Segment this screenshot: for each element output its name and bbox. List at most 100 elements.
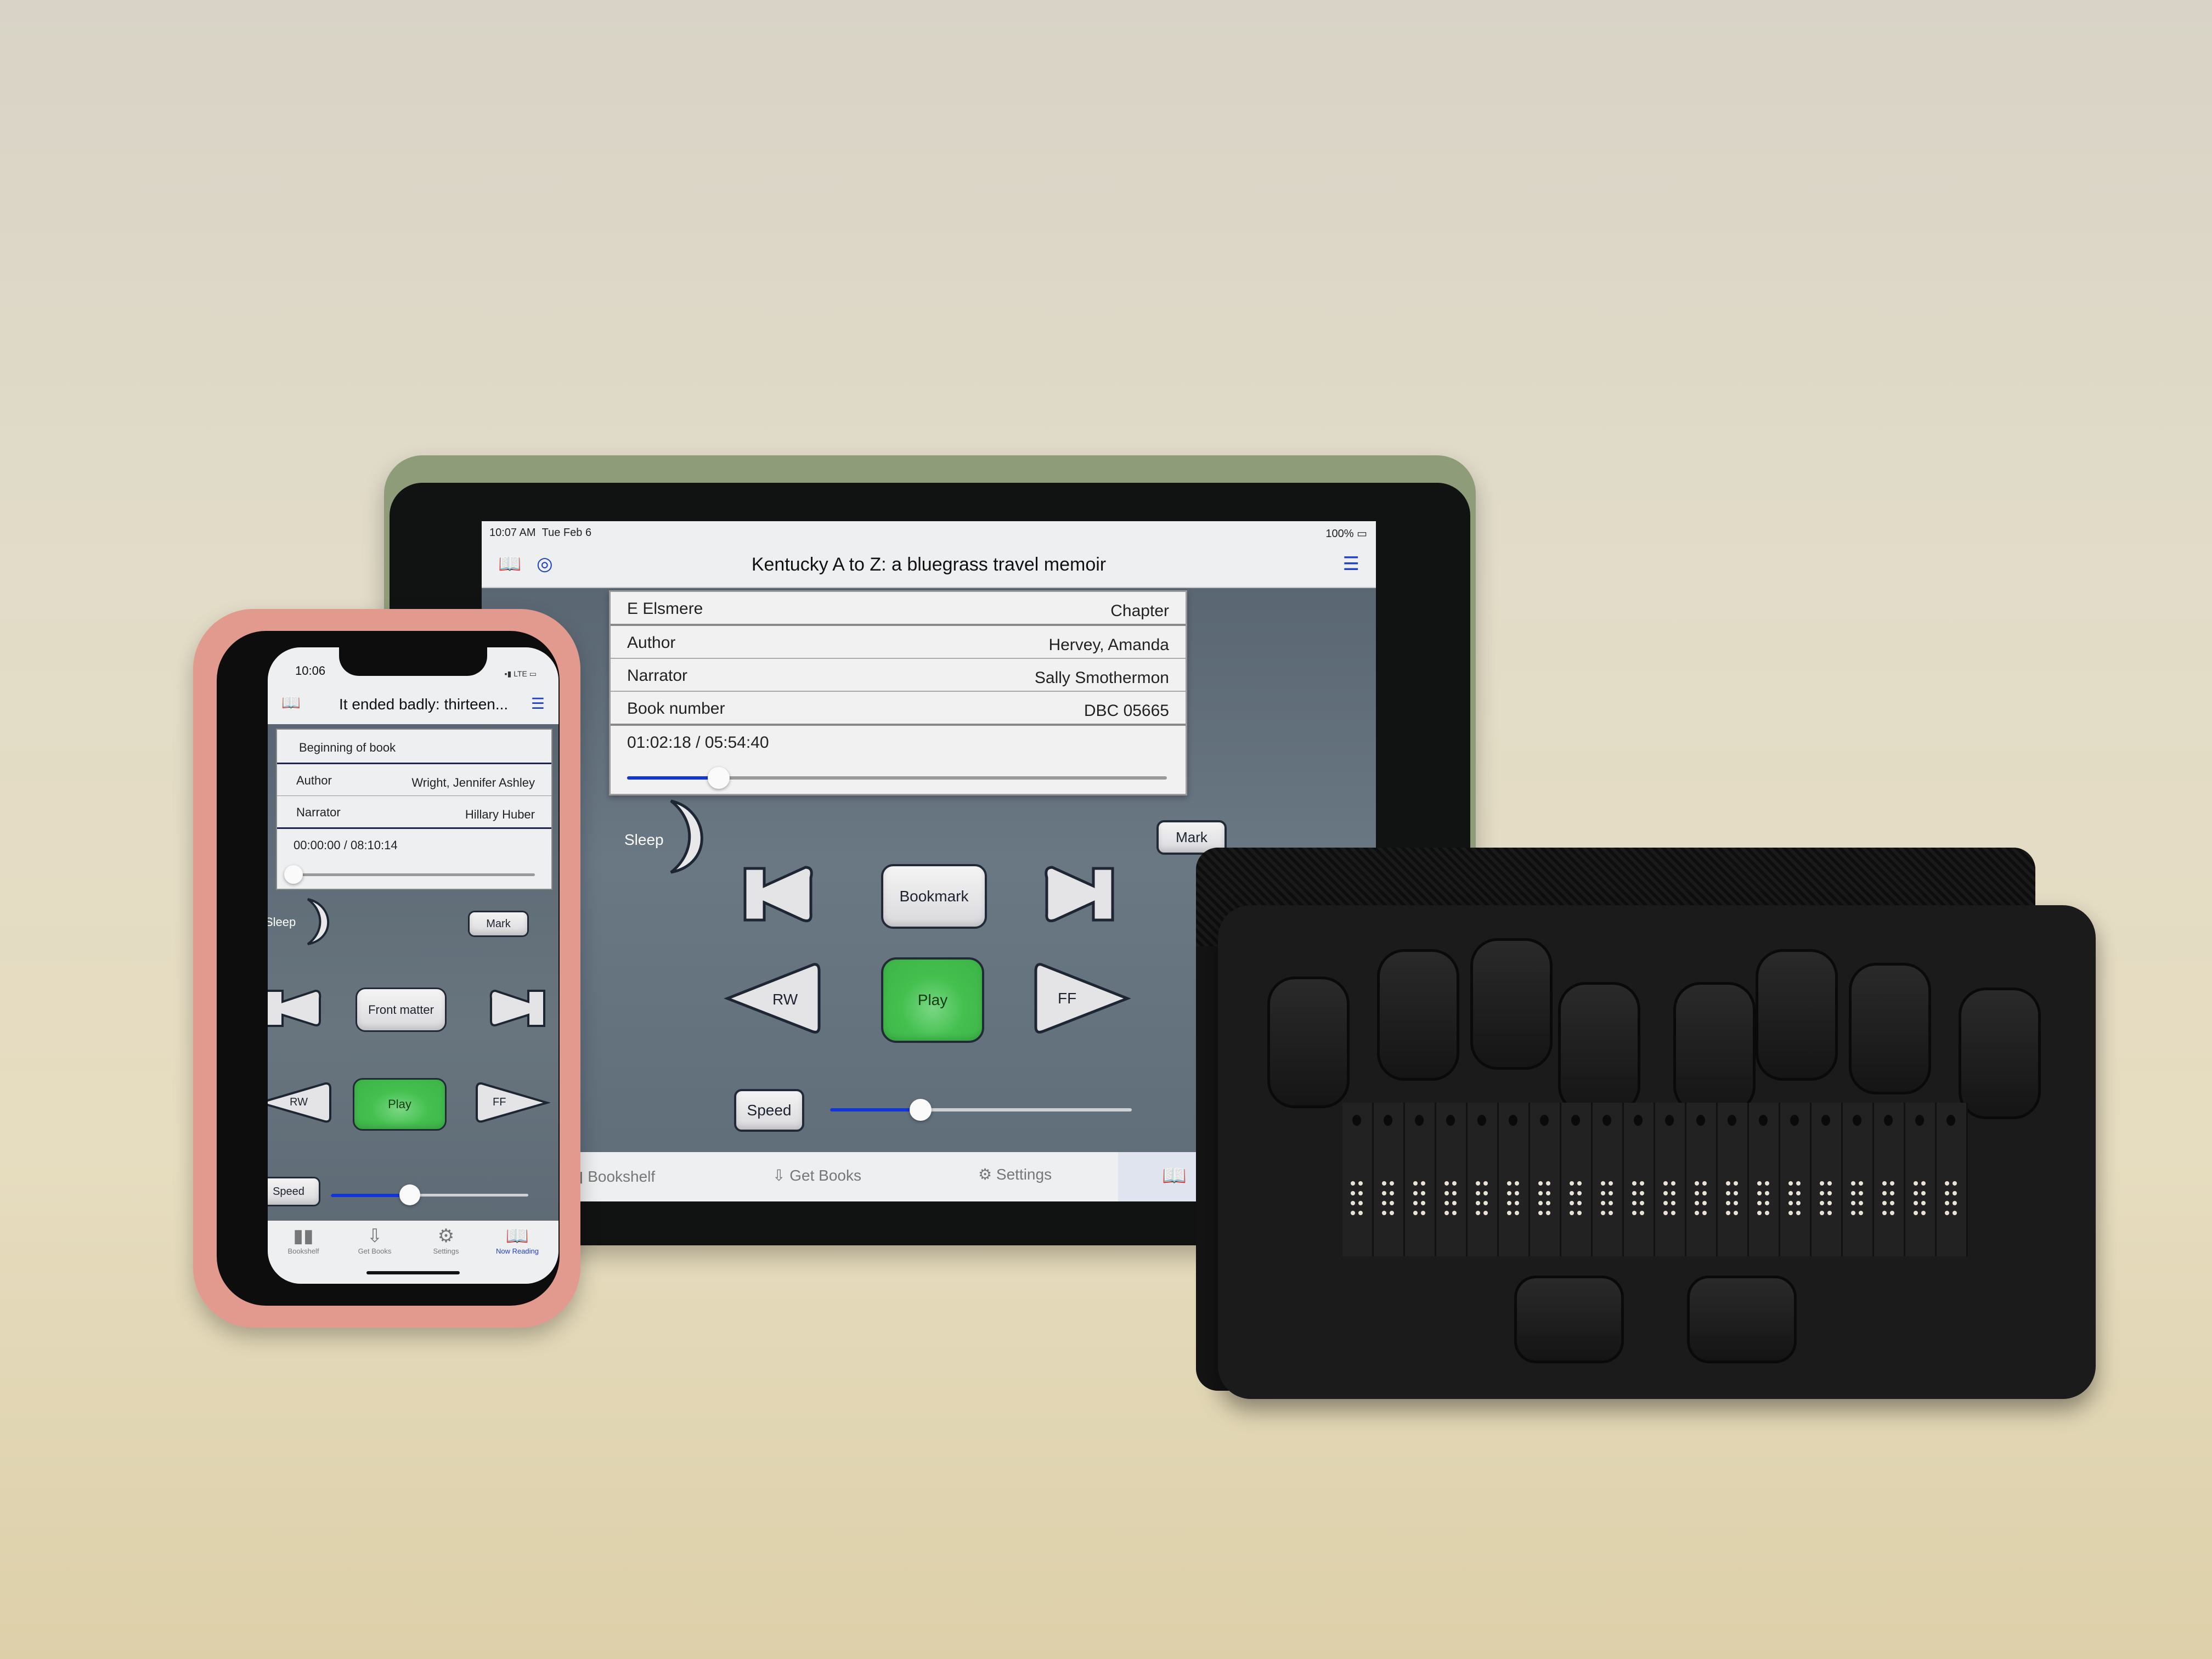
previous-chapter-button[interactable]: [740, 864, 816, 924]
tab-settings[interactable]: ⚙ Settings: [978, 1165, 1052, 1183]
cursor-routing-key[interactable]: [1696, 1115, 1705, 1126]
braille-dots: [1630, 1180, 1647, 1219]
iphone-tab-bar: ▮▮ Bookshelf ⇩ Get Books ⚙ Settings 📖 Now Re…: [268, 1221, 558, 1284]
previous-chapter-button[interactable]: [268, 988, 324, 1029]
position-row[interactable]: Beginning of book: [277, 730, 551, 764]
list-icon[interactable]: ☰: [1343, 553, 1359, 575]
braille-dots: [1412, 1180, 1428, 1219]
list-icon[interactable]: ☰: [531, 695, 545, 713]
front-matter-button[interactable]: Front matter: [356, 988, 447, 1032]
speed-button[interactable]: Speed: [734, 1089, 804, 1132]
cursor-routing-key[interactable]: [1915, 1115, 1924, 1126]
rewind-button[interactable]: RW: [723, 960, 822, 1037]
speed-thumb[interactable]: [399, 1184, 420, 1205]
home-indicator: [366, 1271, 460, 1274]
cursor-routing-key[interactable]: [1415, 1115, 1424, 1126]
cursor-routing-key[interactable]: [1946, 1115, 1955, 1126]
fast-forward-button[interactable]: FF: [1033, 960, 1132, 1037]
cursor-routing-key[interactable]: [1759, 1115, 1768, 1126]
speed-slider[interactable]: [830, 1099, 1132, 1121]
sleep-label: Sleep: [624, 831, 664, 848]
progress-slider[interactable]: [284, 865, 535, 884]
braille-cell: [1843, 1103, 1874, 1256]
braille-key-3[interactable]: [1470, 938, 1553, 1070]
cursor-routing-key[interactable]: [1509, 1115, 1517, 1126]
cursor-routing-key[interactable]: [1634, 1115, 1643, 1126]
cursor-routing-key[interactable]: [1384, 1115, 1392, 1126]
braille-key-1[interactable]: [1267, 977, 1350, 1108]
tab-bookshelf[interactable]: ▮▮ Bookshelf: [273, 1225, 334, 1255]
cursor-routing-key[interactable]: [1884, 1115, 1893, 1126]
braille-dots: [1443, 1180, 1459, 1219]
mark-button[interactable]: Mark: [468, 911, 529, 937]
braille-key-7[interactable]: [1849, 963, 1931, 1094]
author-row: Author Wright, Jennifer Ashley: [277, 764, 551, 796]
book-info-card: E Elsmere Chapter Author Hervey, Amanda …: [609, 590, 1187, 795]
braille-cell: [1749, 1103, 1780, 1256]
book-number-value: DBC 05665: [1084, 702, 1169, 720]
cursor-routing-key[interactable]: [1477, 1115, 1486, 1126]
cursor-routing-key[interactable]: [1728, 1115, 1736, 1126]
braille-dots: [1943, 1180, 1960, 1219]
position-value: Chapter: [1110, 602, 1169, 620]
braille-key-5[interactable]: [1673, 982, 1756, 1114]
cursor-routing-key[interactable]: [1540, 1115, 1549, 1126]
book-number-row: Book number DBC 05665: [611, 692, 1186, 726]
cursor-routing-key[interactable]: [1571, 1115, 1580, 1126]
fast-forward-button[interactable]: FF: [473, 1081, 551, 1125]
braille-key-2[interactable]: [1377, 949, 1459, 1081]
cursor-routing-key[interactable]: [1853, 1115, 1861, 1126]
thumb-key-left[interactable]: [1514, 1276, 1624, 1363]
sleep-moon-icon[interactable]: [303, 897, 336, 946]
play-button[interactable]: Play: [881, 957, 984, 1043]
braille-dots: [1505, 1180, 1522, 1219]
braille-dots: [1881, 1180, 1897, 1219]
progress-thumb[interactable]: [708, 767, 730, 789]
speed-button[interactable]: Speed: [268, 1177, 320, 1206]
cursor-routing-key[interactable]: [1665, 1115, 1674, 1126]
braille-key-8[interactable]: [1959, 988, 2041, 1119]
cursor-routing-key[interactable]: [1446, 1115, 1455, 1126]
next-chapter-button[interactable]: [1041, 864, 1118, 924]
progress-thumb[interactable]: [284, 865, 303, 884]
cursor-routing-key[interactable]: [1352, 1115, 1361, 1126]
progress-slider[interactable]: [627, 767, 1167, 789]
bookmark-button[interactable]: Bookmark: [881, 864, 987, 929]
book-title: It ended badly: thirteen...: [339, 696, 509, 713]
braille-dots: [1756, 1180, 1772, 1219]
notch: [339, 647, 487, 676]
tab-bookshelf[interactable]: ▮ Bookshelf: [575, 1167, 655, 1186]
braille-cell: [1624, 1103, 1655, 1256]
braille-dots: [1349, 1180, 1365, 1219]
tab-now-reading[interactable]: 📖 Now Reading: [484, 1225, 550, 1255]
rewind-button[interactable]: RW: [268, 1081, 334, 1125]
cursor-routing-key[interactable]: [1602, 1115, 1611, 1126]
next-chapter-button[interactable]: [487, 988, 548, 1029]
play-button[interactable]: Play: [353, 1078, 447, 1131]
playback-time: 00:00:00 / 08:10:14: [294, 838, 398, 852]
author-label: Author: [296, 774, 332, 787]
position-row[interactable]: E Elsmere Chapter: [611, 592, 1186, 626]
status-time: 10:07 AM Tue Feb 6: [489, 527, 592, 539]
braille-dots: [1724, 1180, 1741, 1219]
thumb-key-right[interactable]: [1687, 1276, 1797, 1363]
download-icon: ⇩: [772, 1167, 786, 1184]
tab-settings[interactable]: ⚙ Settings: [416, 1225, 476, 1255]
gear-icon: ⚙: [978, 1166, 992, 1183]
tab-get-books[interactable]: ⇩ Get Books: [345, 1225, 405, 1255]
braille-dots: [1787, 1180, 1803, 1219]
braille-cell: [1436, 1103, 1468, 1256]
sleep-moon-icon[interactable]: [665, 798, 715, 875]
speed-slider[interactable]: [331, 1184, 528, 1205]
braille-key-4[interactable]: [1558, 982, 1640, 1114]
braille-key-6[interactable]: [1756, 949, 1838, 1081]
cursor-routing-key[interactable]: [1790, 1115, 1799, 1126]
book-number-label: Book number: [627, 699, 725, 718]
braille-dots: [1818, 1180, 1835, 1219]
bookshelf-icon[interactable]: 📖: [281, 693, 301, 712]
cursor-routing-key[interactable]: [1821, 1115, 1830, 1126]
braille-cells: [1342, 1103, 1968, 1256]
speed-thumb[interactable]: [910, 1099, 932, 1121]
tab-get-books[interactable]: ⇩ Get Books: [772, 1166, 861, 1184]
fast-forward-label: FF: [1058, 990, 1077, 1007]
